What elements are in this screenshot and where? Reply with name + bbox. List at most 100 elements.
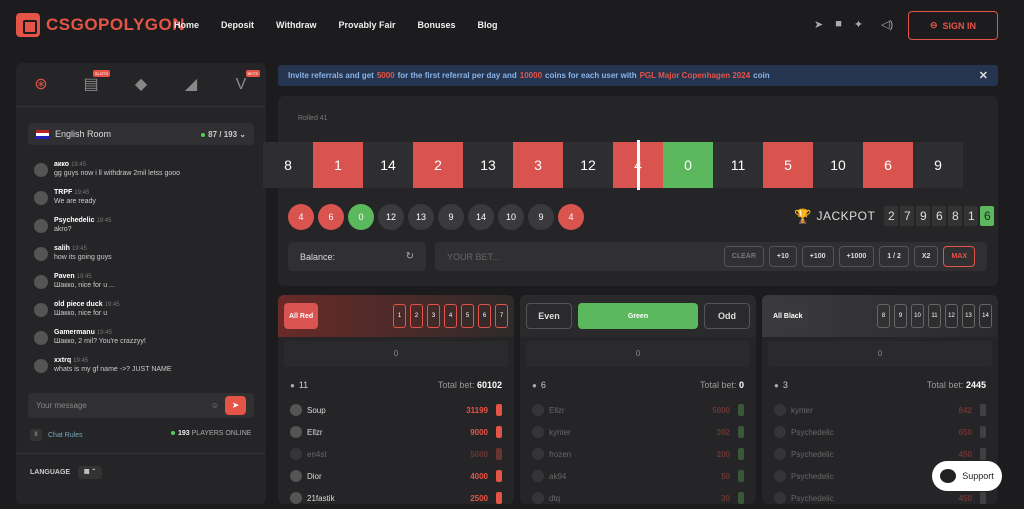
green-button[interactable]: Green [578, 303, 698, 329]
game-mode-tabs: ⊛ ▤ SLOTS ◆ ◢ V BETS [16, 63, 266, 107]
roulette-icon[interactable]: ⊛ [30, 74, 52, 96]
avatar[interactable] [34, 163, 48, 177]
chat-username[interactable]: Gamermanu 19:45 [54, 329, 146, 336]
bettor-name: Dior [307, 471, 322, 481]
avatar[interactable] [34, 191, 48, 205]
odd-button[interactable]: Odd [704, 303, 750, 329]
chat-timestamp: 19:45 [71, 246, 87, 252]
number-button[interactable]: 4 [444, 304, 457, 328]
chat-input-area: Your message ☺ ➤ [28, 393, 254, 418]
slots-tag: SLOTS [92, 69, 110, 77]
roulette-cell: 1 [313, 142, 363, 188]
roulette-cell: 6 [863, 142, 913, 188]
chat-message-input[interactable]: Your message [36, 401, 87, 410]
number-button[interactable]: 10 [911, 304, 924, 328]
dice-icon[interactable]: ◆ [130, 74, 152, 96]
jackpot-digit: 8 [948, 206, 963, 226]
versus-icon[interactable]: V BETS [230, 69, 260, 96]
chat-message-body: old piece duck 19:45 Шакко, nice for u [54, 301, 120, 329]
red-bet-list: Soup 31199 Ellzr 9000 en4st 5000 Dior 4000 21fas… [278, 399, 514, 509]
avatar[interactable] [34, 359, 48, 373]
bettor-name: Psychedelic [791, 471, 834, 481]
room-online-count: 87 / 193 ⌄ [201, 130, 246, 139]
number-button[interactable]: 2 [410, 304, 423, 328]
telegram-icon[interactable]: ➤ [814, 18, 823, 31]
sidebar: ⊛ ▤ SLOTS ◆ ◢ V BETS English Room 87 / 193… [16, 63, 266, 504]
chat-username[interactable]: TRPF 19:45 [54, 189, 96, 196]
avatar[interactable] [34, 219, 48, 233]
chat-username[interactable]: xxtrq 19:45 [54, 357, 172, 364]
red-bet-header[interactable]: All Red 1234567 [278, 295, 514, 337]
nav-provably-fair[interactable]: Provably Fair [338, 20, 395, 30]
chat-timestamp: 19:45 [74, 190, 90, 196]
chat-username[interactable]: Psychedelic 19:45 [54, 217, 111, 224]
avatar[interactable] [34, 331, 48, 345]
chat-room-selector[interactable]: English Room 87 / 193 ⌄ [28, 123, 254, 145]
support-button[interactable]: Support [932, 461, 1002, 491]
chat-username[interactable]: old piece duck 19:45 [54, 301, 120, 308]
avatar [532, 404, 544, 416]
number-button[interactable]: 6 [478, 304, 491, 328]
max-bet-button[interactable]: MAX [943, 246, 975, 267]
refresh-icon[interactable]: ↻ [406, 251, 414, 262]
chat-rules-link[interactable]: Chat Rules [48, 432, 83, 439]
bet-amount: 50 [721, 471, 730, 481]
even-button[interactable]: Even [526, 303, 572, 329]
number-button[interactable]: 14 [979, 304, 992, 328]
bettor-name: Ellzr [307, 427, 323, 437]
plus-100-button[interactable]: +100 [801, 246, 834, 267]
plus-10-button[interactable]: +10 [768, 246, 797, 267]
chat-message-body: Psychedelic 19:45 akro? [54, 217, 111, 245]
chat-username[interactable]: акко 19:45 [54, 161, 180, 168]
number-button[interactable]: 13 [962, 304, 975, 328]
number-button[interactable]: 5 [461, 304, 474, 328]
green-bet-panel: Even Green Odd 0 ● 6 Total bet: 0 Ellzr 50… [520, 295, 756, 504]
bet-amount: 650 [958, 427, 972, 437]
sound-icon[interactable]: ◁) [881, 18, 893, 31]
crash-icon[interactable]: ◢ [180, 74, 202, 96]
black-bet-header[interactable]: All Black 8 9 10 11 12 13 14 [762, 295, 998, 337]
half-bet-button[interactable]: 1 / 2 [879, 246, 909, 267]
emoji-icon[interactable]: ☺ [211, 401, 219, 410]
bet-amount-input[interactable]: YOUR BET... [447, 252, 500, 262]
avatar[interactable] [34, 275, 48, 289]
pause-chat-icon[interactable]: II [30, 429, 42, 441]
chat-username[interactable]: salih 19:45 [54, 245, 112, 252]
nav-bonuses[interactable]: Bonuses [417, 20, 455, 30]
number-button[interactable]: 8 [877, 304, 890, 328]
brand-name: CSGOPOLYGON [46, 15, 186, 34]
nav-deposit[interactable]: Deposit [221, 20, 254, 30]
slots-icon[interactable]: ▤ SLOTS [80, 69, 110, 96]
logo[interactable]: CSGOPOLYGON [16, 13, 185, 37]
number-button[interactable]: 11 [928, 304, 941, 328]
number-button[interactable]: 3 [427, 304, 440, 328]
twitter-icon[interactable]: ✦ [854, 18, 863, 31]
double-bet-button[interactable]: X2 [913, 246, 939, 267]
avatar [532, 426, 544, 438]
roulette-game: Rolled 41 81142133124011510697 460121391… [263, 96, 998, 286]
red-bet-stats: ● 11 Total bet: 60102 [290, 380, 502, 390]
bet-chip-icon [738, 492, 744, 504]
chat-username[interactable]: Paven 19:45 [54, 273, 115, 280]
number-button[interactable]: 9 [894, 304, 907, 328]
number-button[interactable]: 7 [495, 304, 508, 328]
all-black-label: All Black [768, 303, 808, 329]
facebook-icon[interactable]: ■ [835, 18, 842, 31]
avatar [774, 426, 786, 438]
sign-in-button[interactable]: ⊖ SIGN IN [908, 11, 998, 40]
clear-bet-button[interactable]: CLEAR [723, 246, 764, 267]
jackpot-digit: 6 [932, 206, 947, 226]
nav-withdraw[interactable]: Withdraw [276, 20, 316, 30]
nav-home[interactable]: Home [174, 20, 199, 30]
plus-1000-button[interactable]: +1000 [838, 246, 875, 267]
send-message-button[interactable]: ➤ [225, 396, 246, 415]
chat-message-text: Шакко, nice for u [54, 310, 108, 317]
language-selector[interactable]: ▦ ⌃ [78, 466, 103, 479]
avatar[interactable] [34, 247, 48, 261]
nav-blog[interactable]: Blog [478, 20, 498, 30]
close-banner-icon[interactable]: ✕ [979, 69, 988, 82]
bet-row: Ellzr 9000 [290, 421, 502, 443]
avatar[interactable] [34, 303, 48, 317]
number-button[interactable]: 1 [393, 304, 406, 328]
number-button[interactable]: 12 [945, 304, 958, 328]
